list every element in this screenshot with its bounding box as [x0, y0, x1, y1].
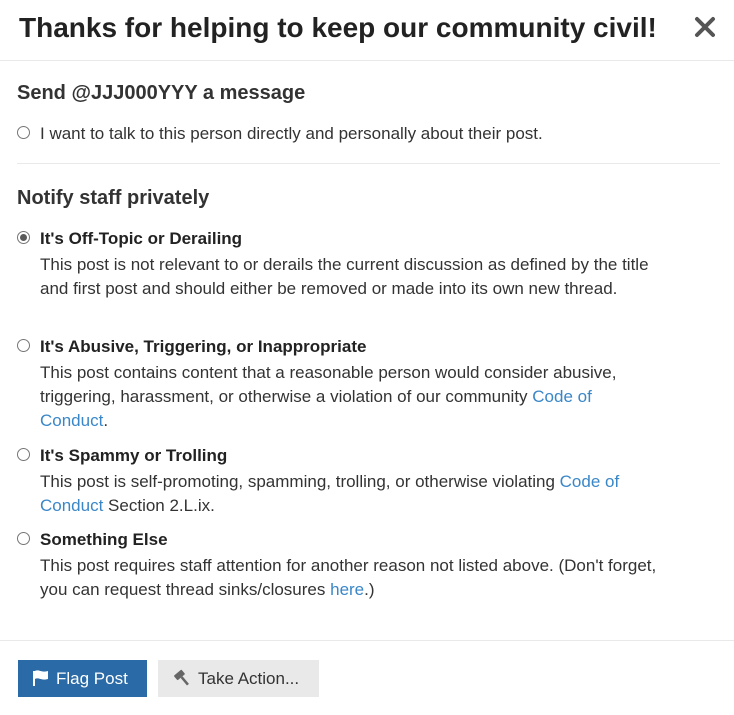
option-message-user-label: I want to talk to this person directly a…: [40, 124, 543, 143]
section-divider: [17, 163, 720, 164]
option-something-else-desc: This post requires staff attention for a…: [40, 554, 660, 602]
take-action-button[interactable]: Take Action...: [158, 660, 319, 697]
radio-abusive[interactable]: [17, 339, 30, 352]
modal-footer: Flag Post Take Action...: [0, 640, 734, 715]
option-something-else-label: Something Else: [40, 530, 168, 549]
close-icon[interactable]: [694, 16, 716, 38]
option-something-else-desc-end: .): [364, 580, 375, 599]
modal-title: Thanks for helping to keep our community…: [19, 12, 657, 43]
flag-post-label: Flag Post: [56, 669, 128, 688]
option-abusive-label: It's Abusive, Triggering, or Inappropria…: [40, 337, 367, 356]
modal-header: Thanks for helping to keep our community…: [0, 0, 734, 61]
option-off-topic-label: It's Off-Topic or Derailing: [40, 229, 243, 248]
gavel-icon: [174, 669, 189, 686]
send-message-title: Send @JJJ000YYY a message: [17, 82, 306, 104]
option-abusive-desc-text: This post contains content that a reason…: [40, 363, 617, 406]
here-link[interactable]: here: [330, 580, 364, 599]
option-spam-desc-text: This post is self-promoting, spamming, t…: [40, 472, 560, 491]
option-abusive-desc: This post contains content that a reason…: [40, 361, 660, 433]
notify-staff-title: Notify staff privately: [17, 187, 210, 209]
flag-post-button[interactable]: Flag Post: [18, 660, 147, 697]
option-spam-desc-end: Section 2.L.ix.: [103, 496, 215, 515]
option-spam-label: It's Spammy or Trolling: [40, 446, 228, 465]
option-abusive-desc-end: .: [103, 411, 109, 430]
option-spam-desc: This post is self-promoting, spamming, t…: [40, 470, 660, 518]
radio-message-user[interactable]: [17, 126, 30, 139]
radio-something-else[interactable]: [17, 532, 30, 545]
take-action-label: Take Action...: [198, 669, 300, 688]
radio-off-topic[interactable]: [17, 231, 30, 244]
option-off-topic-desc: This post is not relevant to or derails …: [40, 255, 649, 298]
flag-icon: [33, 669, 48, 686]
radio-spam[interactable]: [17, 448, 30, 461]
flag-modal: Thanks for helping to keep our community…: [0, 0, 734, 715]
